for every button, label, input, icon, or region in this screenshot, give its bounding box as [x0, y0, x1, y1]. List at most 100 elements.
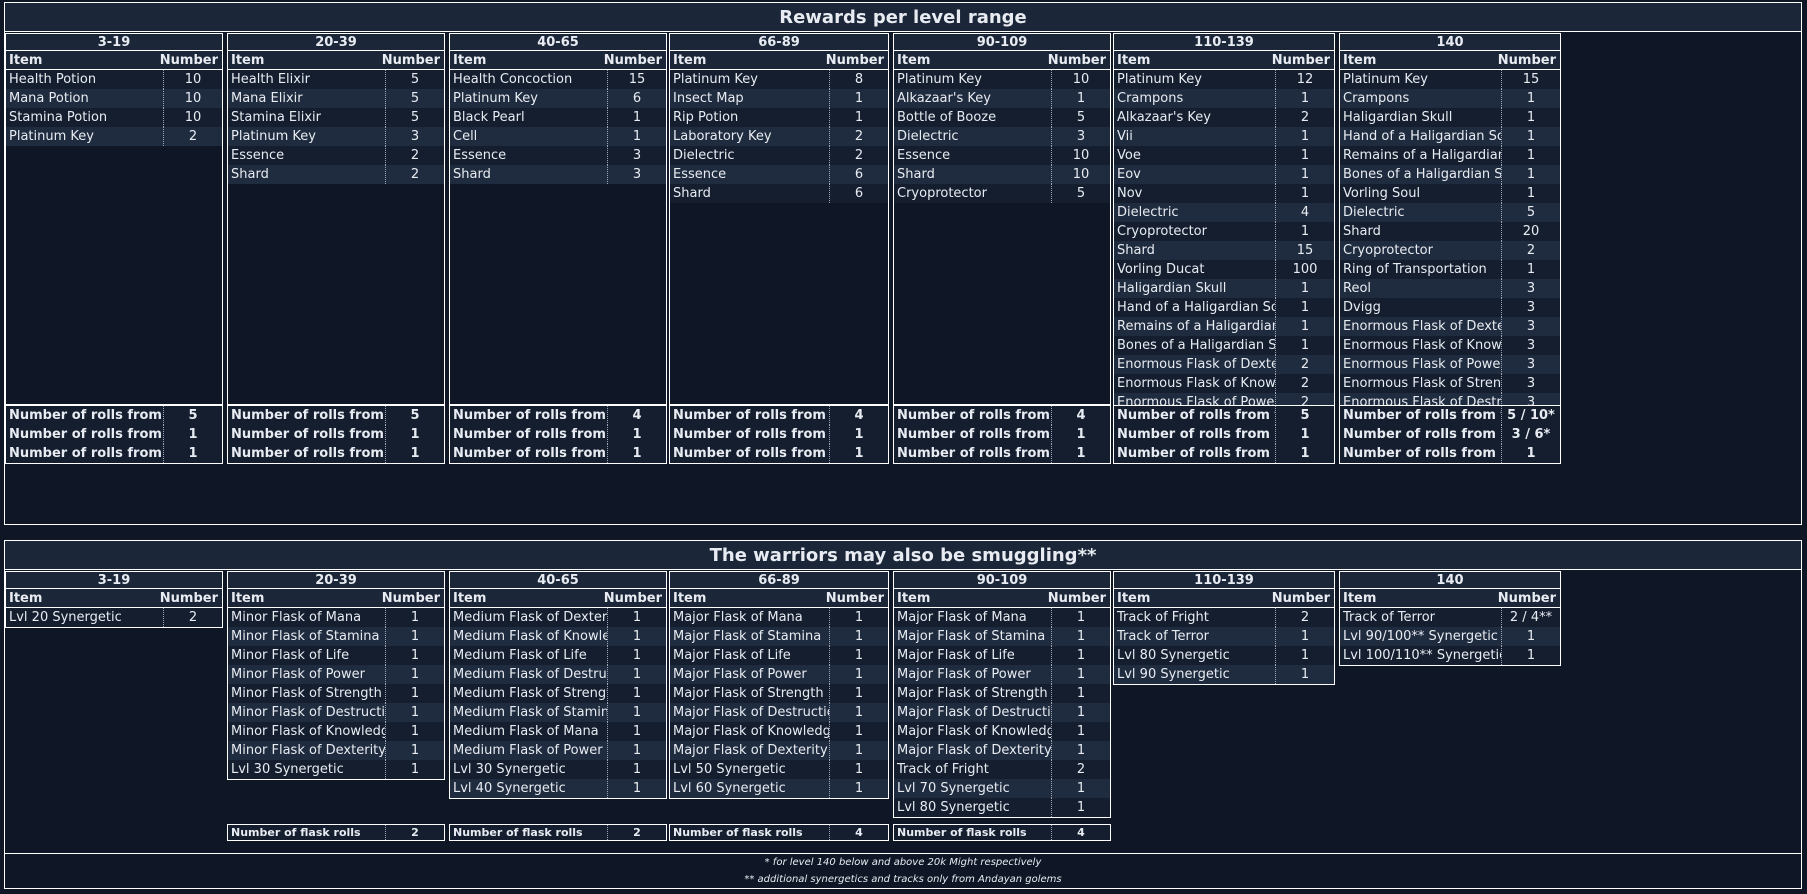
summary-value: 1 — [1275, 425, 1334, 444]
item-name: Minor Flask of Dexterity — [231, 743, 385, 758]
item-name: Insect Map — [673, 91, 744, 106]
item-name: Shard — [231, 167, 269, 182]
level-range-column: 110-139 Item Number Track of Fright 2 Track o… — [1113, 571, 1335, 888]
item-number: 15 — [1275, 241, 1334, 260]
item-number: 10 — [1051, 146, 1110, 165]
table-row: Nov 1 — [1114, 184, 1334, 203]
summary-row: Number of rolls from golems1 — [670, 425, 888, 444]
table-row: Shard 15 — [1114, 241, 1334, 260]
summary-row: Number of rolls from mobs1 — [6, 444, 222, 463]
level-range-header: 40-65 — [449, 571, 667, 589]
table-row: Black Pearl 1 — [450, 108, 666, 127]
item-name: Platinum Key — [673, 72, 758, 87]
item-number: 1 — [1051, 684, 1110, 703]
table-row: Platinum Key 10 — [894, 70, 1110, 89]
table-header-row: Item Number — [450, 589, 666, 608]
level-range-column: 20-39 Item Number Health Elixir 5 Mana Elixir… — [227, 33, 445, 524]
table-row: Mana Potion 10 — [6, 89, 222, 108]
table-row: Major Flask of Knowledge 1 — [670, 722, 888, 741]
item-number: 15 — [1501, 70, 1560, 89]
table-row: Minor Flask of Mana 1 — [228, 608, 444, 627]
number-column-header: Number — [825, 52, 884, 68]
item-name: Alkazaar's Key — [897, 91, 991, 106]
item-name: Lvl 70 Synergetic — [897, 781, 1010, 796]
item-number: 1 — [607, 665, 666, 684]
item-name: Enormous Flask of Dexterity — [1343, 319, 1501, 334]
summary-value: 2 — [607, 825, 666, 840]
table-row: Track of Fright 2 — [894, 760, 1110, 779]
item-name: Platinum Key — [453, 91, 538, 106]
item-name: Cryoprotector — [1117, 224, 1207, 239]
table-row: Platinum Key 12 — [1114, 70, 1334, 89]
item-number: 3 — [1501, 336, 1560, 355]
table-row: Lvl 40 Synergetic 1 — [450, 779, 666, 798]
item-name: Minor Flask of Destruction — [231, 705, 385, 720]
table-row: Medium Flask of Stamina 1 — [450, 703, 666, 722]
item-name: Enormous Flask of Dexterity — [1117, 357, 1275, 372]
table-row: Hand of a Haligardian Soldier1 — [1114, 298, 1334, 317]
item-number: 1 — [829, 665, 888, 684]
table-row: Medium Flask of Mana 1 — [450, 722, 666, 741]
table-header-row: Item Number — [894, 51, 1110, 70]
table-row: Shard 2 — [228, 165, 444, 184]
item-number: 2 — [163, 608, 222, 627]
number-column-header: Number — [159, 52, 218, 68]
item-number: 2 / 4** — [1501, 608, 1560, 627]
item-number: 1 — [607, 684, 666, 703]
item-number: 3 — [1501, 279, 1560, 298]
table-header-row: Item Number — [1340, 589, 1560, 608]
item-number: 10 — [1051, 165, 1110, 184]
footnotes: * for level 140 below and above 20k Migh… — [5, 853, 1801, 888]
item-number: 15 — [607, 70, 666, 89]
summary-row: Number of rolls from totems5 — [6, 406, 222, 425]
item-name: Lvl 50 Synergetic — [673, 762, 786, 777]
summary-row: Number of rolls from totems5 — [1114, 406, 1334, 425]
item-number: 1 — [1501, 184, 1560, 203]
item-name: Shard — [1117, 243, 1155, 258]
item-number: 2 — [829, 146, 888, 165]
table-row: Remains of a Haligardian Soldier1 — [1114, 317, 1334, 336]
item-name: Lvl 90 Synergetic — [1117, 667, 1230, 682]
item-name: Platinum Key — [1343, 72, 1428, 87]
summary-value: 5 — [1275, 406, 1334, 425]
item-name: Track of Terror — [1343, 610, 1436, 625]
table-row: Lvl 90 Synergetic 1 — [1114, 665, 1334, 684]
table-row: Vorling Ducat 100 — [1114, 260, 1334, 279]
table-row: Essence 2 — [228, 146, 444, 165]
number-column-header: Number — [1497, 52, 1556, 68]
item-name: Remains of a Haligardian Soldier — [1117, 319, 1275, 334]
summary-row: Number of rolls from mobs1 — [228, 444, 444, 463]
table-header-row: Item Number — [228, 51, 444, 70]
summary-label: Number of rolls from golems — [9, 427, 163, 442]
table-row: Major Flask of Mana 1 — [670, 608, 888, 627]
table-row: Cell 1 — [450, 127, 666, 146]
item-number: 1 — [1275, 165, 1334, 184]
number-column-header: Number — [381, 590, 440, 606]
table-row: Vorling Soul 1 — [1340, 184, 1560, 203]
level-range-header: 110-139 — [1113, 571, 1335, 589]
item-number: 1 — [1275, 222, 1334, 241]
summary-row: Number of rolls from mobs1 — [670, 444, 888, 463]
table-row: Lvl 60 Synergetic 1 — [670, 779, 888, 798]
table-row: Alkazaar's Key 1 — [894, 89, 1110, 108]
item-name: Dvigg — [1343, 300, 1381, 315]
table-row: Essence 3 — [450, 146, 666, 165]
item-number: 1 — [1275, 184, 1334, 203]
table-row: Shard 3 — [450, 165, 666, 184]
summary-value: 4 — [1051, 825, 1110, 840]
item-name: Vorling Soul — [1343, 186, 1421, 201]
item-name: Major Flask of Life — [897, 648, 1015, 663]
table-header-row: Item Number — [228, 589, 444, 608]
item-name: Medium Flask of Mana — [453, 724, 599, 739]
level-range-column: 66-89 Item Number Platinum Key 8 Insect Map 1 R… — [669, 33, 889, 524]
table-row: Crampons 1 — [1114, 89, 1334, 108]
item-name: Track of Terror — [1117, 629, 1210, 644]
table-row: Bones of a Haligardian Soldier1 — [1114, 336, 1334, 355]
item-name: Major Flask of Knowledge — [673, 724, 829, 739]
item-column-header: Item — [673, 52, 707, 68]
item-number: 3 — [1501, 298, 1560, 317]
table-row: Eov 1 — [1114, 165, 1334, 184]
item-number: 1 — [385, 760, 444, 779]
item-column-header: Item — [453, 52, 487, 68]
table-row: Medium Flask of Power 1 — [450, 741, 666, 760]
